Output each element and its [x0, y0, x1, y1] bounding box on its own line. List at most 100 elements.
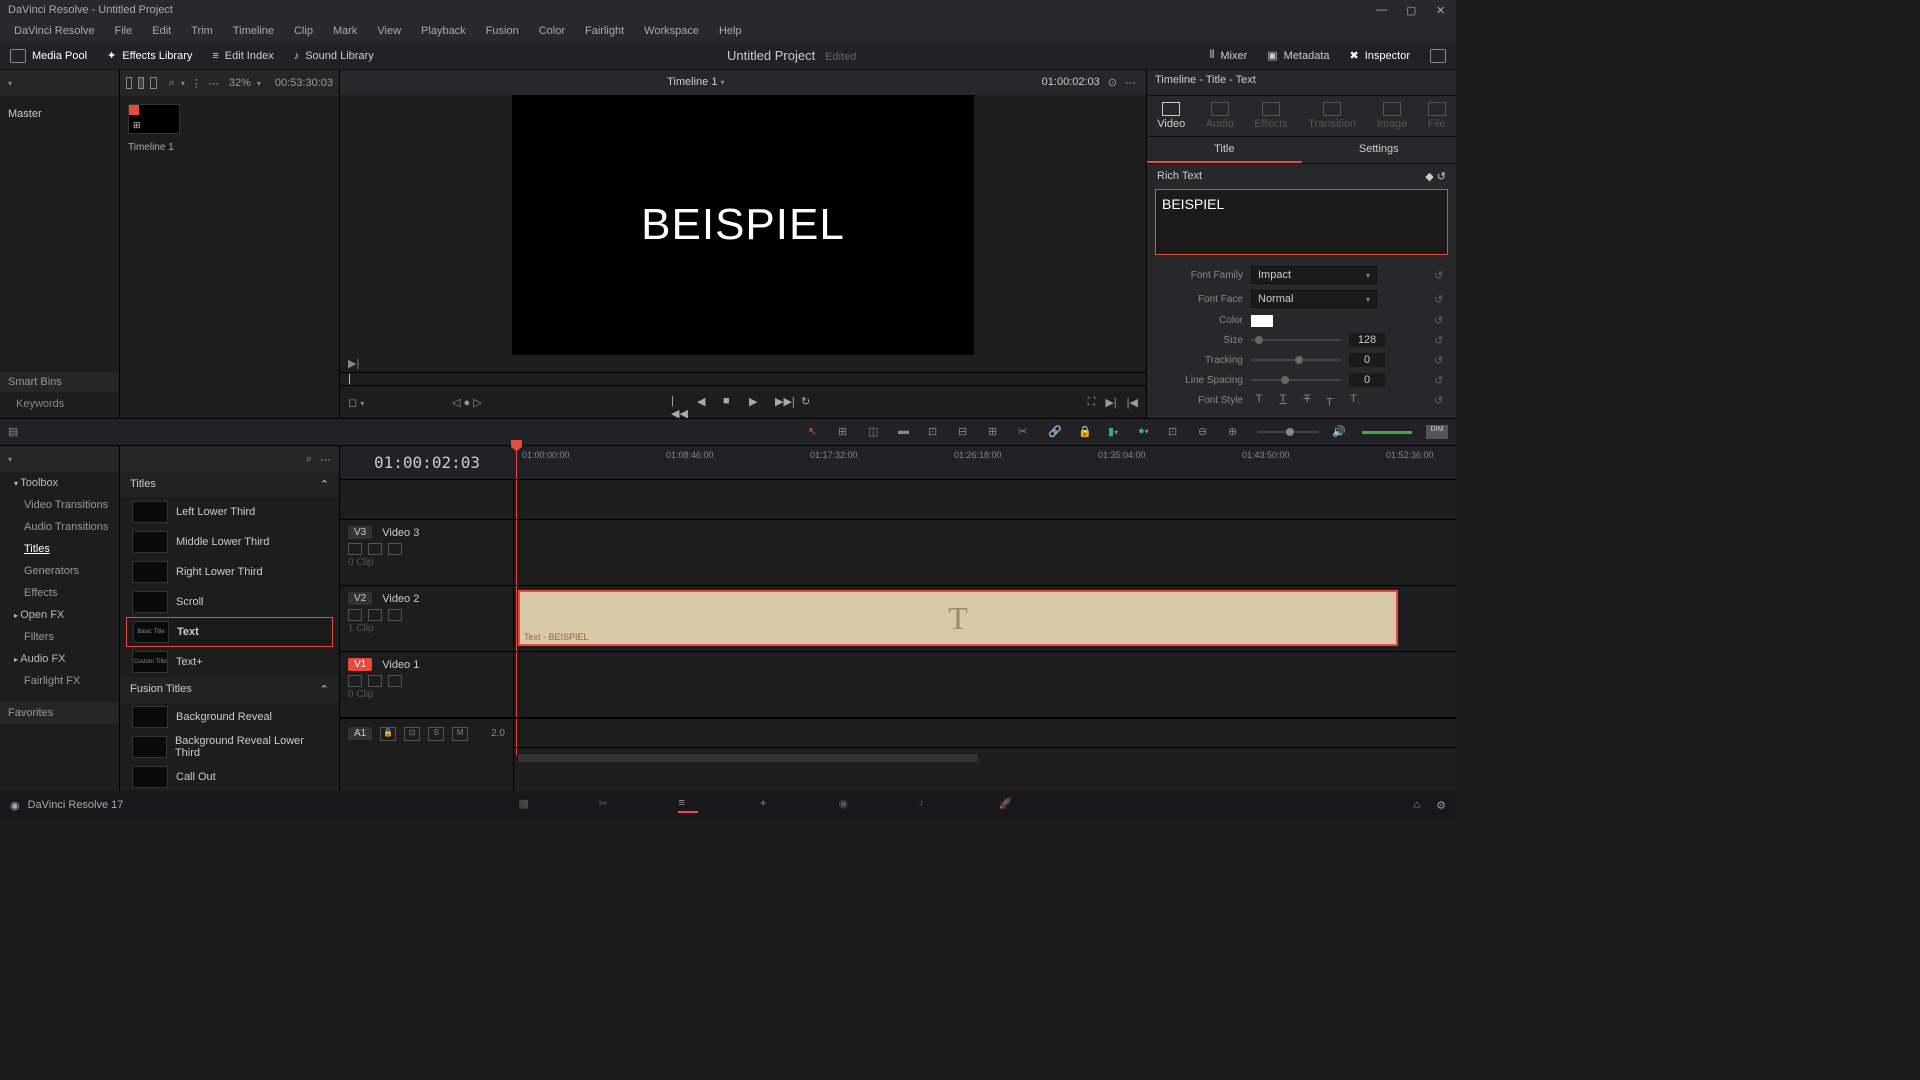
- timeline-timecode[interactable]: 01:00:02:03: [340, 453, 514, 472]
- style-normal[interactable]: T: [1251, 393, 1267, 407]
- menu-fusion[interactable]: Fusion: [476, 23, 529, 39]
- menu-trim[interactable]: Trim: [181, 23, 223, 39]
- auto-select-icon[interactable]: [368, 675, 382, 687]
- stop-button[interactable]: ■: [723, 395, 737, 409]
- insert-tool[interactable]: ⊡: [928, 425, 944, 439]
- prev-frame-button[interactable]: ◀: [697, 395, 711, 409]
- reset-icon[interactable]: ↺: [1434, 354, 1446, 367]
- lock-icon[interactable]: [348, 675, 362, 687]
- bypass-icon[interactable]: ⊙: [1108, 76, 1117, 89]
- lock-icon[interactable]: 🔒: [380, 727, 396, 741]
- track-id[interactable]: V2: [348, 592, 372, 605]
- v3-lane[interactable]: [514, 520, 1456, 586]
- menu-workspace[interactable]: Workspace: [634, 23, 709, 39]
- link-icon[interactable]: 🔗: [1048, 425, 1064, 439]
- zoom-dropdown-icon[interactable]: [257, 77, 261, 89]
- effects-library-button[interactable]: ✦Effects Library: [97, 45, 202, 66]
- first-frame-button[interactable]: |◀◀: [671, 395, 685, 409]
- timeline-thumbnail[interactable]: ⊞: [128, 104, 180, 134]
- slider-handle[interactable]: [1286, 428, 1294, 436]
- color-swatch[interactable]: [1251, 315, 1273, 327]
- menu-resolve[interactable]: DaVinci Resolve: [4, 23, 105, 39]
- audiofx-group[interactable]: Audio FX: [0, 648, 119, 670]
- tracking-value[interactable]: 0: [1349, 353, 1385, 367]
- line-spacing-slider[interactable]: [1251, 379, 1341, 381]
- playhead-head[interactable]: [511, 440, 522, 452]
- title-left-lower-third[interactable]: Left Lower Third: [126, 497, 333, 527]
- fullscreen-icon[interactable]: ⛶: [1088, 396, 1096, 409]
- fusion-bg-reveal-lower[interactable]: Background Reveal Lower Third: [126, 732, 333, 762]
- visible-icon[interactable]: [388, 543, 402, 555]
- go-start-icon[interactable]: |◀: [1127, 396, 1138, 409]
- inspector-button[interactable]: ✖Inspector: [1340, 45, 1420, 66]
- fx-header[interactable]: [0, 446, 119, 472]
- next-frame-button[interactable]: ▶▶|: [775, 395, 789, 409]
- lock-icon[interactable]: 🔒: [1078, 425, 1094, 439]
- reset-icon[interactable]: ↺: [1434, 269, 1446, 282]
- track-id[interactable]: V3: [348, 526, 372, 539]
- menu-help[interactable]: Help: [709, 23, 752, 39]
- openfx-group[interactable]: Open FX: [0, 604, 119, 626]
- smart-bins-header[interactable]: Smart Bins: [0, 372, 119, 392]
- visible-icon[interactable]: [388, 675, 402, 687]
- mute-button[interactable]: M: [452, 727, 468, 741]
- title-middle-lower-third[interactable]: Middle Lower Third: [126, 527, 333, 557]
- auto-select-icon[interactable]: [368, 543, 382, 555]
- slider-handle[interactable]: [1281, 376, 1289, 384]
- lock-icon[interactable]: [348, 609, 362, 621]
- style-strike[interactable]: T: [1299, 393, 1315, 407]
- fusion-page-icon[interactable]: ✦: [758, 797, 778, 813]
- marker-icon[interactable]: ●: [1138, 425, 1154, 439]
- title-scroll[interactable]: Scroll: [126, 587, 333, 617]
- auto-select-icon[interactable]: [368, 609, 382, 621]
- menu-mark[interactable]: Mark: [323, 23, 367, 39]
- minimize-button[interactable]: —: [1376, 4, 1388, 16]
- subtab-settings[interactable]: Settings: [1302, 137, 1457, 163]
- replace-tool[interactable]: ⊞: [988, 425, 1004, 439]
- spacer-lane[interactable]: [514, 480, 1456, 520]
- size-slider[interactable]: [1251, 339, 1341, 341]
- cut-page-icon[interactable]: ✂: [598, 797, 618, 813]
- slider-handle[interactable]: [1255, 336, 1263, 344]
- sort-icon[interactable]: [181, 77, 185, 89]
- rec-icon[interactable]: ⊡: [404, 727, 420, 741]
- timeline-ruler[interactable]: 01:00:00:00 01:08:46:00 01:17:32:00 01:2…: [514, 446, 1456, 480]
- match-frame-icon[interactable]: ◻: [348, 396, 364, 409]
- close-button[interactable]: ✕: [1436, 4, 1448, 16]
- tracking-slider[interactable]: [1251, 359, 1341, 361]
- slider-handle[interactable]: [1295, 356, 1303, 364]
- snap-icon[interactable]: ⊡: [1168, 425, 1184, 439]
- fusion-bg-reveal[interactable]: Background Reveal: [126, 702, 333, 732]
- tab-file[interactable]: File: [1428, 102, 1446, 130]
- zoom-out-icon[interactable]: ⊖: [1198, 425, 1214, 439]
- mute-icon[interactable]: 🔊: [1332, 425, 1348, 439]
- list-view-icon[interactable]: [126, 77, 132, 89]
- color-page-icon[interactable]: ◉: [838, 797, 858, 813]
- selection-tool[interactable]: ↖: [808, 425, 824, 439]
- timeline-view-icon[interactable]: ▤: [8, 425, 24, 439]
- settings-icon[interactable]: ⚙: [1436, 799, 1446, 812]
- media-pool-button[interactable]: Media Pool: [0, 45, 97, 67]
- zoom-in-icon[interactable]: ⊕: [1228, 425, 1244, 439]
- keywords-bin[interactable]: Keywords: [0, 392, 119, 416]
- reset-icon[interactable]: ↺: [1434, 334, 1446, 347]
- menu-timeline[interactable]: Timeline: [223, 23, 284, 39]
- tab-transition[interactable]: Transition: [1308, 102, 1356, 130]
- solo-button[interactable]: S: [428, 727, 444, 741]
- horizontal-scrollbar[interactable]: [518, 754, 978, 762]
- style-super[interactable]: T·: [1323, 393, 1339, 407]
- rich-text-header[interactable]: Rich Text ◆ ↺: [1147, 164, 1456, 189]
- reset-icon[interactable]: ↺: [1437, 171, 1446, 183]
- home-icon[interactable]: ⌂: [1413, 799, 1420, 812]
- a1-lane[interactable]: [514, 718, 1456, 748]
- tab-video[interactable]: Video: [1157, 102, 1185, 130]
- sound-library-button[interactable]: ♪Sound Library: [284, 46, 384, 66]
- toolbox-group[interactable]: Toolbox: [0, 472, 119, 494]
- keyframe-icon[interactable]: ◆: [1425, 171, 1433, 183]
- filter-icon[interactable]: ⋮: [191, 77, 202, 90]
- maximize-button[interactable]: ▢: [1406, 4, 1418, 16]
- title-text[interactable]: Basic TitleText: [126, 617, 333, 647]
- size-value[interactable]: 128: [1349, 333, 1385, 347]
- track-id[interactable]: A1: [348, 727, 372, 740]
- menu-playback[interactable]: Playback: [411, 23, 476, 39]
